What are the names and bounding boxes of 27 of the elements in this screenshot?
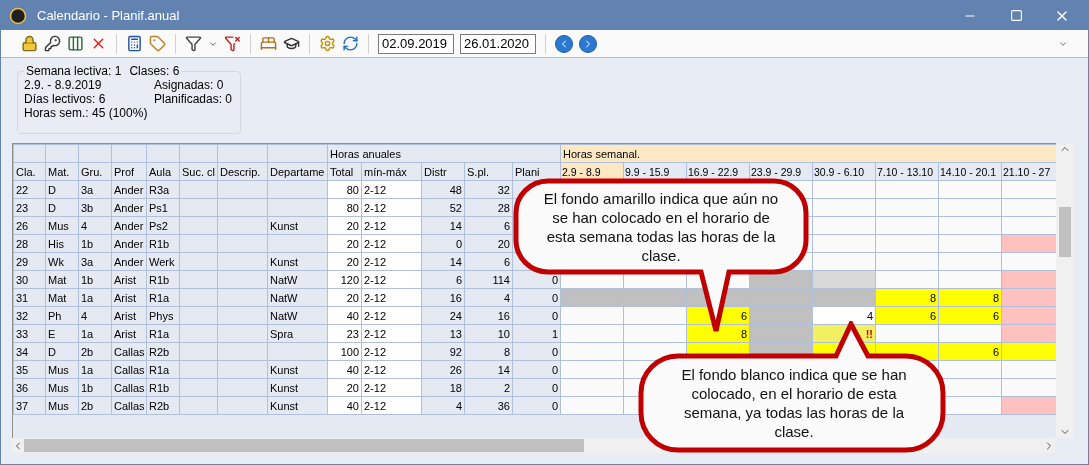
graduation-cap-icon[interactable] (283, 35, 300, 52)
group-header: Horas anuales (327, 144, 561, 163)
vertical-scrollbar[interactable] (1056, 143, 1073, 438)
info-title: Clases: 6 (129, 64, 180, 78)
clock-icon (9, 6, 27, 25)
info-text: Asignadas: 0 (154, 78, 225, 92)
date-field[interactable]: 02.09.2019 (378, 33, 454, 54)
tag-icon[interactable] (149, 35, 166, 52)
lock-icon[interactable] (21, 35, 38, 52)
info-text: Días lectivos: 6 (24, 92, 107, 106)
group-header: Horas semanal. (560, 144, 1057, 163)
key-icon[interactable] (44, 35, 61, 52)
window-title: Calendario - Planif.anual (37, 8, 181, 23)
filter-icon[interactable] (185, 35, 202, 52)
filter-clear-icon[interactable] (224, 35, 241, 52)
date-field[interactable]: 26.01.2020 (460, 33, 536, 54)
columns-icon[interactable] (67, 35, 84, 52)
scroll-thumb[interactable] (24, 439, 584, 452)
settings-icon[interactable] (319, 35, 336, 52)
info-title: Semana lectiva: 1 (26, 64, 122, 78)
info-text: Horas sem.: 45 (100%) (24, 106, 149, 120)
info-text: Planificadas: 0 (154, 92, 234, 106)
bed-icon[interactable] (260, 35, 277, 52)
info-text: 2.9. - 8.9.2019 (24, 78, 103, 92)
scroll-thumb[interactable] (1058, 207, 1071, 257)
refresh-icon[interactable] (342, 35, 359, 52)
calculator-icon[interactable] (126, 35, 143, 52)
